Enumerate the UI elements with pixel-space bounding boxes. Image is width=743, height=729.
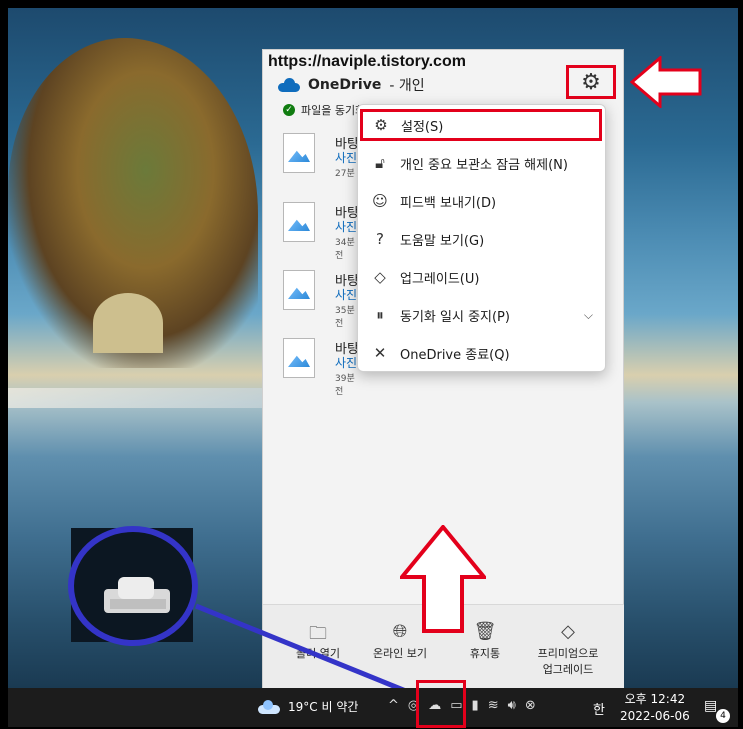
- image-file-icon: [283, 202, 315, 242]
- check-icon: ✓: [283, 104, 295, 116]
- folder-icon: 🗀︎: [309, 623, 327, 644]
- premium-upgrade-label-1: 프리미엄으로: [537, 647, 599, 660]
- wifi-icon[interactable]: ≋: [488, 698, 499, 713]
- diamond-icon: ◇: [374, 268, 386, 286]
- view-online-label: 온라인 보기: [372, 647, 428, 660]
- chevron-down-icon: ⌵: [583, 307, 593, 322]
- mute-status-icon[interactable]: ⊗: [525, 698, 536, 713]
- notification-badge: 4: [716, 709, 730, 723]
- premium-upgrade-label-2: 업그레이드: [542, 663, 594, 676]
- gear-icon: ⚙: [374, 116, 388, 134]
- image-file-icon: [283, 133, 315, 173]
- help-icon: ?: [376, 230, 384, 248]
- file-location: 사진: [335, 356, 358, 370]
- chevron-up-icon[interactable]: ^: [388, 698, 399, 713]
- file-time: 39분 전: [335, 374, 355, 397]
- settings-gear-button[interactable]: ⚙: [566, 65, 616, 99]
- volume-icon[interactable]: 🔊︎: [508, 698, 516, 713]
- file-time: 27분: [335, 169, 355, 179]
- menu-item-help[interactable]: ? 도움말 보기(G): [368, 223, 603, 255]
- onedrive-app-name: OneDrive: [308, 77, 382, 93]
- gear-icon: ⚙: [581, 69, 601, 95]
- annotation-arrow-up: [400, 525, 486, 633]
- file-location: 사진: [335, 288, 358, 302]
- windows-taskbar: 19°C 비 약간 ^ ◎ ☁ ▭ ▮ ≋ 🔊︎ ⊗ 한 오후 12:42 20…: [8, 688, 738, 727]
- diamond-icon: ◇: [561, 621, 575, 642]
- menu-item-label: 동기화 일시 중지(P): [400, 309, 510, 325]
- menu-item-pause-sync[interactable]: ⏸︎ 동기화 일시 중지(P) ⌵: [368, 299, 603, 331]
- file-list-item[interactable]: 바탕 사진 39분 전: [283, 338, 363, 398]
- menu-item-settings[interactable]: ⚙ 설정(S): [360, 109, 602, 141]
- wallpaper-surf: [8, 388, 268, 408]
- close-icon: ✕: [373, 344, 387, 362]
- open-folder-button[interactable]: 🗀︎ 폴더 열기: [273, 621, 363, 661]
- menu-item-quit[interactable]: ✕ OneDrive 종료(Q): [368, 337, 603, 369]
- onedrive-header: OneDrive - 개인: [278, 75, 425, 95]
- battery-icon[interactable]: ▮: [472, 698, 479, 713]
- menu-item-feedback[interactable]: ☺ 피드백 보내기(D): [368, 185, 603, 217]
- pause-icon: ⏸︎: [376, 306, 384, 324]
- file-location: 사진: [335, 220, 358, 234]
- taskbar-clock[interactable]: 오후 12:42 2022-06-06: [620, 691, 690, 725]
- tray-highlight-box: [416, 680, 466, 728]
- onedrive-cloud-icon: [278, 78, 300, 92]
- menu-item-label: 도움말 보기(G): [400, 233, 485, 249]
- watermark-url: https://naviple.tistory.com: [268, 53, 466, 70]
- menu-item-label: 개인 중요 보관소 잠금 해제(N): [400, 157, 568, 173]
- file-list-item[interactable]: 바탕 사진 35분 전: [283, 270, 363, 330]
- lock-icon: 🔓︎: [375, 154, 385, 172]
- recycle-bin-label: 휴지통: [469, 647, 501, 660]
- feedback-icon: ☺: [372, 192, 388, 210]
- annotation-arrow-left: [630, 56, 702, 108]
- menu-item-label: OneDrive 종료(Q): [400, 347, 510, 363]
- file-list-item[interactable]: 바탕 사진 27분: [283, 133, 363, 193]
- notification-icon[interactable]: ▤: [704, 698, 717, 714]
- ime-indicator[interactable]: 한: [593, 699, 605, 718]
- clock-date: 2022-06-06: [620, 709, 690, 723]
- image-file-icon: [283, 270, 315, 310]
- menu-item-upgrade[interactable]: ◇ 업그레이드(U): [368, 261, 603, 293]
- menu-item-label: 피드백 보내기(D): [400, 195, 497, 211]
- open-folder-label: 폴더 열기: [296, 647, 340, 660]
- weather-text: 19°C 비 약간: [288, 700, 359, 714]
- menu-item-unlock-vault[interactable]: 🔓︎ 개인 중요 보관소 잠금 해제(N): [368, 147, 603, 179]
- onedrive-account-label: - 개인: [389, 78, 425, 94]
- file-location: 사진: [335, 151, 358, 165]
- file-list-item[interactable]: 바탕 사진 34분 전: [283, 202, 363, 262]
- menu-item-label: 업그레이드(U): [400, 271, 480, 287]
- premium-upgrade-button[interactable]: ◇ 프리미엄으로 업그레이드: [523, 621, 613, 677]
- inset-highlight-circle: [68, 526, 198, 646]
- weather-widget[interactable]: 19°C 비 약간: [258, 698, 358, 715]
- weather-cloud-icon: [258, 699, 280, 714]
- settings-context-menu: ⚙ 설정(S) 🔓︎ 개인 중요 보관소 잠금 해제(N) ☺ 피드백 보내기(…: [357, 104, 606, 372]
- menu-item-label: 설정(S): [401, 119, 444, 135]
- image-file-icon: [283, 338, 315, 378]
- clock-time: 오후 12:42: [624, 692, 686, 706]
- wallpaper-arch: [93, 293, 163, 353]
